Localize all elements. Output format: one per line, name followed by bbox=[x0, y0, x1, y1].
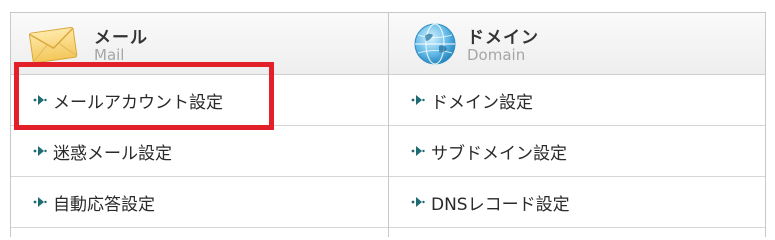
arrow-right-icon bbox=[411, 146, 425, 156]
domain-header: ドメイン Domain bbox=[389, 13, 765, 75]
arrow-right-icon bbox=[411, 197, 425, 207]
menu-item-label: DNSレコード設定 bbox=[431, 194, 570, 215]
menu-item-label: サブドメイン設定 bbox=[431, 143, 567, 164]
menu-item-domain-settings[interactable]: ドメイン設定 bbox=[389, 75, 765, 126]
arrow-right-icon bbox=[33, 146, 47, 156]
mail-title: メール bbox=[94, 28, 148, 48]
menu-item-label: ドメイン設定 bbox=[431, 92, 533, 113]
menu-item-dns-record[interactable]: DNSレコード設定 bbox=[389, 177, 765, 228]
menu-item-auto-reply[interactable]: 自動応答設定 bbox=[11, 177, 388, 228]
menu-item-label: 自動応答設定 bbox=[53, 194, 155, 215]
arrow-right-icon bbox=[33, 197, 47, 207]
globe-icon bbox=[414, 23, 456, 65]
menu-item-spam-mail[interactable]: 迷惑メール設定 bbox=[11, 126, 388, 177]
menu-item-subdomain-settings[interactable]: サブドメイン設定 bbox=[389, 126, 765, 177]
domain-title: ドメイン bbox=[467, 28, 539, 48]
envelope-icon bbox=[29, 26, 78, 64]
domain-subtitle: Domain bbox=[467, 46, 526, 64]
domain-column: ドメイン Domain ドメイン設定 サブドメイン設定 DNSレコード設定 bbox=[388, 13, 765, 237]
menu-item-label: 迷惑メール設定 bbox=[53, 143, 172, 164]
arrow-right-icon bbox=[411, 95, 425, 105]
highlight-box bbox=[14, 62, 274, 130]
